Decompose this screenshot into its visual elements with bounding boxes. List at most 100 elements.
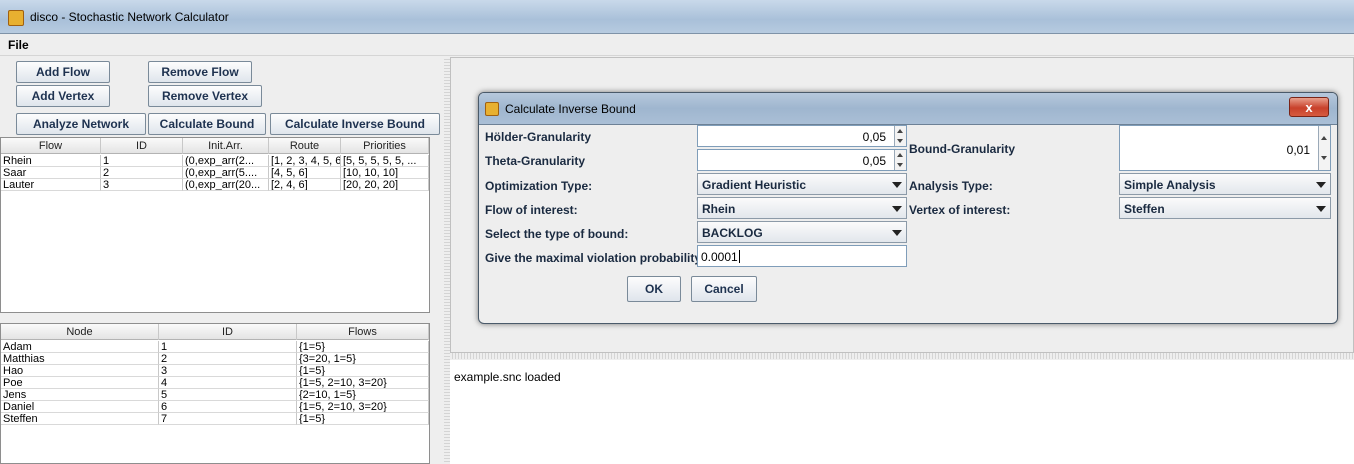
column-header-route[interactable]: Route (269, 138, 341, 154)
cancel-button[interactable]: Cancel (691, 276, 757, 302)
chevron-down-icon (892, 206, 902, 212)
spinner-up-icon[interactable] (1321, 136, 1327, 140)
node-name-cell: Matthias (1, 353, 159, 365)
flow-name-cell: Saar (1, 167, 101, 179)
node-id-cell: 5 (159, 389, 297, 401)
theta-granularity-spinner[interactable]: 0,05 (697, 149, 907, 171)
add-vertex-button[interactable]: Add Vertex (16, 85, 110, 107)
table-row[interactable]: Hao 3 {1=5} (1, 365, 429, 377)
nodes-table[interactable]: Node ID Flows Adam 1 {1=5} Matthias 2 {3… (0, 323, 430, 464)
horizontal-splitter[interactable] (450, 353, 1354, 359)
spinner-arrows[interactable] (894, 150, 906, 170)
node-id-cell: 3 (159, 365, 297, 377)
node-flows-cell: {1=5} (297, 341, 429, 353)
vertex-of-interest-value: Steffen (1124, 202, 1165, 216)
column-header-id[interactable]: ID (101, 138, 183, 154)
spinner-up-icon[interactable] (897, 129, 903, 133)
menu-bar: File (0, 34, 1354, 56)
table-row[interactable]: Saar 2 (0,exp_arr(5.... [4, 5, 6] [10, 1… (1, 167, 429, 179)
chevron-down-icon (1316, 182, 1326, 188)
theta-granularity-value: 0,05 (862, 154, 886, 168)
window-title: disco - Stochastic Network Calculator (30, 10, 229, 24)
spinner-arrows[interactable] (894, 126, 906, 146)
flow-route-cell: [2, 4, 6] (269, 179, 341, 191)
node-flows-cell: {1=5, 2=10, 3=20} (297, 377, 429, 389)
table-row[interactable]: Rhein 1 (0,exp_arr(2... [1, 2, 3, 4, 5, … (1, 155, 429, 167)
violation-probability-input[interactable]: 0.0001 (697, 245, 907, 267)
holder-granularity-value: 0,05 (862, 130, 886, 144)
node-name-cell: Daniel (1, 401, 159, 413)
column-header-priorities[interactable]: Priorities (341, 138, 429, 154)
analysis-type-select[interactable]: Simple Analysis (1119, 173, 1331, 195)
table-row[interactable]: Steffen 7 {1=5} (1, 413, 429, 425)
column-header-init-arr[interactable]: Init.Arr. (183, 138, 269, 154)
table-row[interactable]: Poe 4 {1=5, 2=10, 3=20} (1, 377, 429, 389)
node-id-cell: 7 (159, 413, 297, 425)
calculate-inverse-bound-dialog: Calculate Inverse Bound x Hölder-Granula… (478, 92, 1338, 324)
table-row[interactable]: Jens 5 {2=10, 1=5} (1, 389, 429, 401)
node-id-cell: 1 (159, 341, 297, 353)
table-row[interactable]: Lauter 3 (0,exp_arr(20... [2, 4, 6] [20,… (1, 179, 429, 191)
analyze-network-button[interactable]: Analyze Network (16, 113, 146, 135)
node-id-cell: 6 (159, 401, 297, 413)
chevron-down-icon (892, 182, 902, 188)
flow-of-interest-select[interactable]: Rhein (697, 197, 907, 219)
console-line: example.snc loaded (454, 370, 561, 384)
dialog-title: Calculate Inverse Bound (505, 102, 636, 116)
left-panel: Add Flow Remove Flow Add Vertex Remove V… (0, 57, 442, 464)
node-name-cell: Steffen (1, 413, 159, 425)
analysis-type-value: Simple Analysis (1124, 178, 1216, 192)
violation-probability-label: Give the maximal violation probability: (485, 251, 706, 265)
add-flow-button[interactable]: Add Flow (16, 61, 110, 83)
table-row[interactable]: Daniel 6 {1=5, 2=10, 3=20} (1, 401, 429, 413)
chevron-down-icon (892, 230, 902, 236)
bound-granularity-spinner[interactable]: 0,01 (1119, 125, 1331, 171)
node-name-cell: Poe (1, 377, 159, 389)
flow-of-interest-value: Rhein (702, 202, 736, 216)
column-header-flow[interactable]: Flow (1, 138, 101, 154)
node-id-cell: 2 (159, 353, 297, 365)
table-row[interactable]: Matthias 2 {3=20, 1=5} (1, 353, 429, 365)
menu-file[interactable]: File (8, 38, 29, 52)
flow-id-cell: 2 (101, 167, 183, 179)
close-button[interactable]: x (1289, 97, 1329, 117)
ok-button[interactable]: OK (627, 276, 681, 302)
calculate-inverse-bound-button[interactable]: Calculate Inverse Bound (270, 113, 440, 135)
flow-id-cell: 3 (101, 179, 183, 191)
table-row[interactable]: Adam 1 {1=5} (1, 341, 429, 353)
optimization-type-value: Gradient Heuristic (702, 178, 807, 192)
flow-route-cell: [4, 5, 6] (269, 167, 341, 179)
node-flows-cell: {1=5, 2=10, 3=20} (297, 401, 429, 413)
column-header-node-id[interactable]: ID (159, 324, 297, 340)
text-caret (738, 250, 740, 263)
vertex-of-interest-label: Vertex of interest: (909, 203, 1011, 217)
flow-priorities-cell: [5, 5, 5, 5, 5, ... (341, 155, 429, 167)
theta-granularity-label: Theta-Granularity (485, 154, 586, 168)
flow-name-cell: Rhein (1, 155, 101, 167)
java-app-icon (485, 102, 499, 116)
violation-probability-value: 0.0001 (701, 250, 738, 264)
remove-flow-button[interactable]: Remove Flow (148, 61, 252, 83)
flow-id-cell: 1 (101, 155, 183, 167)
flow-init-arr-cell: (0,exp_arr(2... (183, 155, 269, 167)
bound-type-select[interactable]: BACKLOG (697, 221, 907, 243)
holder-granularity-spinner[interactable]: 0,05 (697, 125, 907, 147)
flows-table[interactable]: Flow ID Init.Arr. Route Priorities Rhein… (0, 137, 430, 313)
remove-vertex-button[interactable]: Remove Vertex (148, 85, 262, 107)
spinner-down-icon[interactable] (897, 163, 903, 167)
optimization-type-select[interactable]: Gradient Heuristic (697, 173, 907, 195)
flow-priorities-cell: [20, 20, 20] (341, 179, 429, 191)
node-flows-cell: {2=10, 1=5} (297, 389, 429, 401)
holder-granularity-label: Hölder-Granularity (485, 130, 592, 144)
spinner-arrows[interactable] (1318, 126, 1330, 170)
spinner-up-icon[interactable] (897, 153, 903, 157)
vertex-of-interest-select[interactable]: Steffen (1119, 197, 1331, 219)
spinner-down-icon[interactable] (897, 139, 903, 143)
calculate-bound-button[interactable]: Calculate Bound (148, 113, 266, 135)
dialog-title-bar: Calculate Inverse Bound x (479, 93, 1337, 125)
spinner-down-icon[interactable] (1321, 156, 1327, 160)
node-name-cell: Hao (1, 365, 159, 377)
optimization-type-label: Optimization Type: (485, 179, 593, 193)
column-header-flows[interactable]: Flows (297, 324, 429, 340)
column-header-node[interactable]: Node (1, 324, 159, 340)
